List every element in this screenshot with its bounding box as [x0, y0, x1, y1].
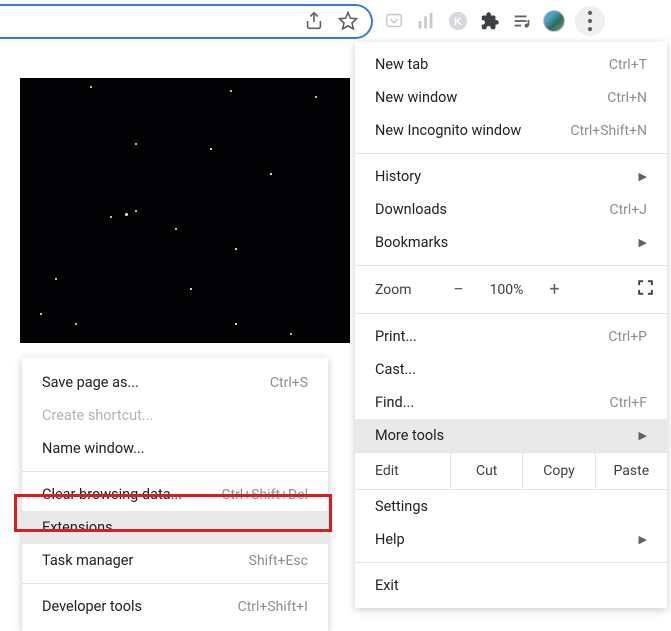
menu-more-tools[interactable]: More tools ▶ [355, 419, 667, 452]
k-circle-icon[interactable]: K [447, 10, 469, 32]
menu-new-incognito[interactable]: New Incognito window Ctrl+Shift+N [355, 114, 667, 147]
edit-label: Edit [355, 453, 450, 489]
menu-divider [22, 583, 328, 584]
menu-label: Exit [375, 577, 399, 594]
menu-downloads[interactable]: Downloads Ctrl+J [355, 193, 667, 226]
shortcut: Ctrl+P [608, 329, 647, 345]
menu-divider [355, 562, 667, 563]
star-icon[interactable] [337, 10, 359, 32]
menu-new-tab[interactable]: New tab Ctrl+T [355, 48, 667, 81]
menu-label: Create shortcut... [42, 407, 153, 424]
menu-label: New window [375, 89, 457, 106]
menu-print[interactable]: Print... Ctrl+P [355, 320, 667, 353]
menu-bookmarks[interactable]: Bookmarks ▶ [355, 226, 667, 259]
paste-button[interactable]: Paste [595, 453, 667, 489]
menu-label: History [375, 168, 421, 185]
menu-label: Cast... [375, 361, 416, 378]
menu-settings[interactable]: Settings [355, 490, 667, 523]
browser-toolbar: K [0, 0, 671, 42]
chevron-right-icon: ▶ [639, 429, 647, 442]
menu-divider [355, 153, 667, 154]
menu-dots-button[interactable] [575, 6, 605, 36]
zoom-out-button[interactable]: − [444, 279, 474, 300]
menu-edit-row: Edit Cut Copy Paste [355, 452, 667, 490]
omnibox[interactable] [0, 4, 373, 39]
shortcut: Ctrl+F [609, 395, 647, 411]
shortcut: Ctrl+S [270, 375, 308, 391]
menu-label: Task manager [42, 552, 133, 569]
copy-button[interactable]: Copy [522, 453, 594, 489]
chrome-main-menu: New tab Ctrl+T New window Ctrl+N New Inc… [355, 42, 667, 608]
shortcut: Ctrl+T [609, 57, 647, 73]
menu-label: Extensions [42, 519, 113, 536]
submenu-create-shortcut: Create shortcut... [22, 399, 328, 432]
chevron-right-icon: ▶ [639, 170, 647, 183]
menu-label: Save page as... [42, 374, 139, 391]
menu-exit[interactable]: Exit [355, 569, 667, 602]
menu-history[interactable]: History ▶ [355, 160, 667, 193]
submenu-clear-browsing[interactable]: Clear browsing data... Ctrl+Shift+Del [22, 478, 328, 511]
menu-label: Downloads [375, 201, 447, 218]
menu-label: Name window... [42, 440, 145, 457]
svg-text:K: K [454, 16, 462, 28]
menu-find[interactable]: Find... Ctrl+F [355, 386, 667, 419]
shortcut: Ctrl+Shift+N [570, 123, 647, 139]
menu-new-window[interactable]: New window Ctrl+N [355, 81, 667, 114]
menu-divider [355, 265, 667, 266]
menu-label: Help [375, 531, 405, 548]
submenu-save-page[interactable]: Save page as... Ctrl+S [22, 366, 328, 399]
shortcut: Ctrl+Shift+Del [221, 487, 308, 503]
puzzle-icon[interactable] [479, 10, 501, 32]
submenu-extensions[interactable]: Extensions [22, 511, 328, 544]
menu-zoom: Zoom − 100% + [355, 272, 667, 307]
zoom-value: 100% [482, 282, 532, 298]
shortcut: Ctrl+N [607, 90, 647, 106]
menu-label: Developer tools [42, 598, 142, 615]
menu-label: Print... [375, 328, 417, 345]
submenu-task-manager[interactable]: Task manager Shift+Esc [22, 544, 328, 577]
shortcut: Shift+Esc [249, 553, 308, 569]
page-content-image [20, 78, 350, 343]
menu-divider [355, 313, 667, 314]
submenu-name-window[interactable]: Name window... [22, 432, 328, 465]
zoom-label: Zoom [375, 282, 412, 298]
cut-button[interactable]: Cut [450, 453, 522, 489]
pocket-icon[interactable] [383, 10, 405, 32]
more-tools-submenu: Save page as... Ctrl+S Create shortcut..… [22, 358, 328, 631]
menu-help[interactable]: Help ▶ [355, 523, 667, 556]
menu-label: Clear browsing data... [42, 486, 182, 503]
fullscreen-icon[interactable] [636, 278, 655, 301]
analytics-icon[interactable] [415, 10, 437, 32]
zoom-in-button[interactable]: + [540, 279, 570, 300]
shortcut: Ctrl+Shift+I [238, 599, 308, 615]
menu-label: Bookmarks [375, 234, 448, 251]
toolbar-icons: K [373, 6, 605, 36]
shortcut: Ctrl+J [609, 202, 647, 218]
chevron-right-icon: ▶ [639, 236, 647, 249]
menu-label: New tab [375, 56, 428, 73]
menu-label: Settings [375, 498, 428, 515]
menu-label: New Incognito window [375, 122, 521, 139]
menu-cast[interactable]: Cast... [355, 353, 667, 386]
menu-label: Find... [375, 394, 414, 411]
chevron-right-icon: ▶ [639, 533, 647, 546]
playlist-icon[interactable] [511, 10, 533, 32]
menu-divider [22, 471, 328, 472]
share-icon[interactable] [303, 10, 325, 32]
menu-label: More tools [375, 427, 444, 444]
profile-avatar[interactable] [543, 10, 565, 32]
